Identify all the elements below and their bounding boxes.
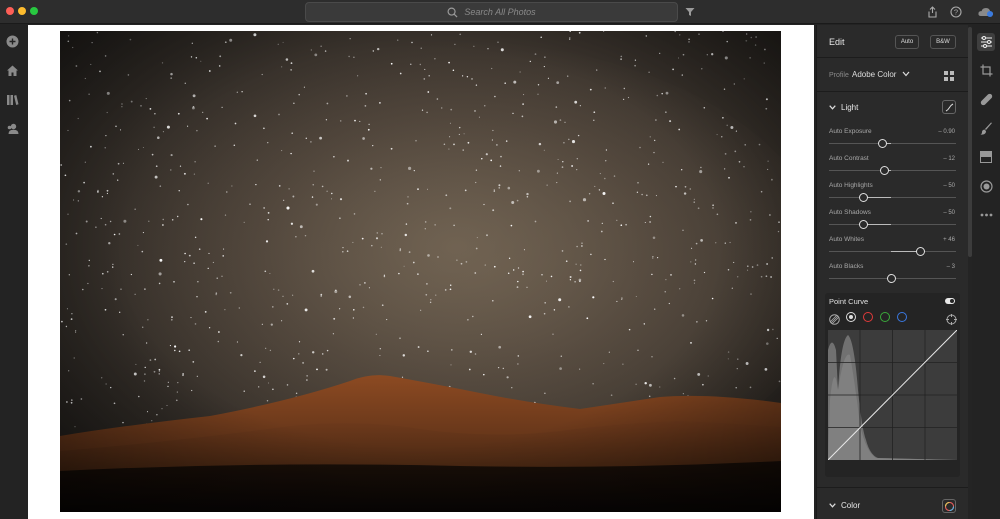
color-section-header[interactable]: Color xyxy=(829,501,860,510)
search-icon xyxy=(447,7,458,18)
svg-text:?: ? xyxy=(954,8,958,17)
slider-thumb[interactable] xyxy=(858,220,868,229)
slider-thumb[interactable] xyxy=(915,247,925,256)
chevron-down-icon xyxy=(902,71,910,77)
slider-track[interactable] xyxy=(829,247,956,256)
edit-panel-title: Edit xyxy=(829,37,845,47)
divider xyxy=(817,91,969,92)
edit-panel: Edit Auto B&W Profile Adobe Color Light … xyxy=(816,25,969,519)
bw-button[interactable]: B&W xyxy=(930,35,956,49)
color-wheel-icon xyxy=(944,501,954,511)
green-channel-button[interactable] xyxy=(880,312,890,322)
radial-gradient-icon[interactable] xyxy=(978,178,994,194)
maximize-window-button[interactable] xyxy=(30,7,38,15)
add-icon[interactable] xyxy=(4,33,20,49)
light-section-title: Light xyxy=(841,103,859,112)
curve-icon xyxy=(945,103,953,111)
slider-label: Auto Whites xyxy=(829,236,865,243)
photo-canvas xyxy=(28,25,814,519)
auto-button[interactable]: Auto xyxy=(895,35,919,49)
slider-value[interactable]: – 0.90 xyxy=(938,129,955,135)
slider-thumb[interactable] xyxy=(877,139,887,148)
chevron-down-icon xyxy=(829,503,836,508)
point-curve-toggle[interactable] xyxy=(945,298,955,304)
filter-icon[interactable] xyxy=(682,4,698,20)
minimize-window-button[interactable] xyxy=(18,7,26,15)
right-toolbar xyxy=(972,25,1000,519)
library-icon[interactable] xyxy=(4,91,20,107)
search-bar[interactable]: Search All Photos xyxy=(305,2,678,22)
more-icon[interactable] xyxy=(978,207,994,223)
people-icon[interactable] xyxy=(4,120,20,136)
slider-thumb[interactable] xyxy=(858,193,868,202)
light-section-header[interactable]: Light xyxy=(829,103,858,112)
brush-icon[interactable] xyxy=(978,120,994,136)
left-toolbar xyxy=(0,25,24,519)
slider-track[interactable] xyxy=(829,193,956,202)
tone-curve-button[interactable] xyxy=(942,100,956,114)
slider-label: Auto Highlights xyxy=(829,182,873,189)
search-placeholder: Search All Photos xyxy=(464,7,536,17)
chevron-down-icon xyxy=(829,105,836,110)
profile-value: Adobe Color xyxy=(852,70,897,79)
rgb-channel-button[interactable] xyxy=(846,312,856,322)
title-bar: Search All Photos ? xyxy=(0,0,1000,24)
healing-icon[interactable] xyxy=(978,91,994,107)
color-mixer-button[interactable] xyxy=(942,499,956,513)
crop-icon[interactable] xyxy=(978,62,994,78)
close-window-button[interactable] xyxy=(6,7,14,15)
point-curve-title: Point Curve xyxy=(829,297,869,306)
slider-thumb[interactable] xyxy=(886,274,896,283)
slider-value[interactable]: – 12 xyxy=(943,156,955,162)
lightroom-window: Search All Photos ? Edit Auto B&W Profil… xyxy=(0,0,1000,519)
slider-track[interactable] xyxy=(829,274,956,283)
slider-track[interactable] xyxy=(829,220,956,229)
help-icon[interactable]: ? xyxy=(948,4,964,20)
linear-gradient-icon[interactable] xyxy=(978,149,994,165)
point-curve-panel: Point Curve xyxy=(825,293,960,477)
share-icon[interactable] xyxy=(924,4,940,20)
slider-thumb[interactable] xyxy=(880,166,890,175)
profile-label: Profile xyxy=(829,72,849,79)
edit-sliders-icon[interactable] xyxy=(977,33,995,51)
targeted-adjustment-icon[interactable] xyxy=(946,312,957,325)
slider-value[interactable]: – 50 xyxy=(943,183,955,189)
slider-label: Auto Blacks xyxy=(829,263,864,270)
divider xyxy=(817,57,969,58)
slider-track[interactable] xyxy=(829,139,956,148)
slider-value[interactable]: – 50 xyxy=(943,210,955,216)
browse-profiles-icon[interactable] xyxy=(943,69,955,81)
slider-value[interactable]: + 46 xyxy=(943,237,955,243)
night-sky-desert-photo[interactable] xyxy=(60,31,781,512)
profile-dropdown[interactable]: Adobe Color xyxy=(852,70,910,79)
divider xyxy=(817,487,969,488)
red-channel-button[interactable] xyxy=(863,312,873,322)
photo-image xyxy=(60,31,781,512)
slider-label: Auto Contrast xyxy=(829,155,869,162)
blue-channel-button[interactable] xyxy=(897,312,907,322)
slider-track[interactable] xyxy=(829,166,956,175)
slider-value[interactable]: – 3 xyxy=(947,264,955,270)
home-icon[interactable] xyxy=(4,62,20,78)
slider-label: Auto Exposure xyxy=(829,128,872,135)
curve-graph[interactable] xyxy=(828,330,957,460)
cloud-sync-icon[interactable] xyxy=(976,4,996,20)
slider-label: Auto Shadows xyxy=(829,209,871,216)
parametric-curve-icon[interactable] xyxy=(829,312,840,325)
color-section-title: Color xyxy=(841,501,861,510)
